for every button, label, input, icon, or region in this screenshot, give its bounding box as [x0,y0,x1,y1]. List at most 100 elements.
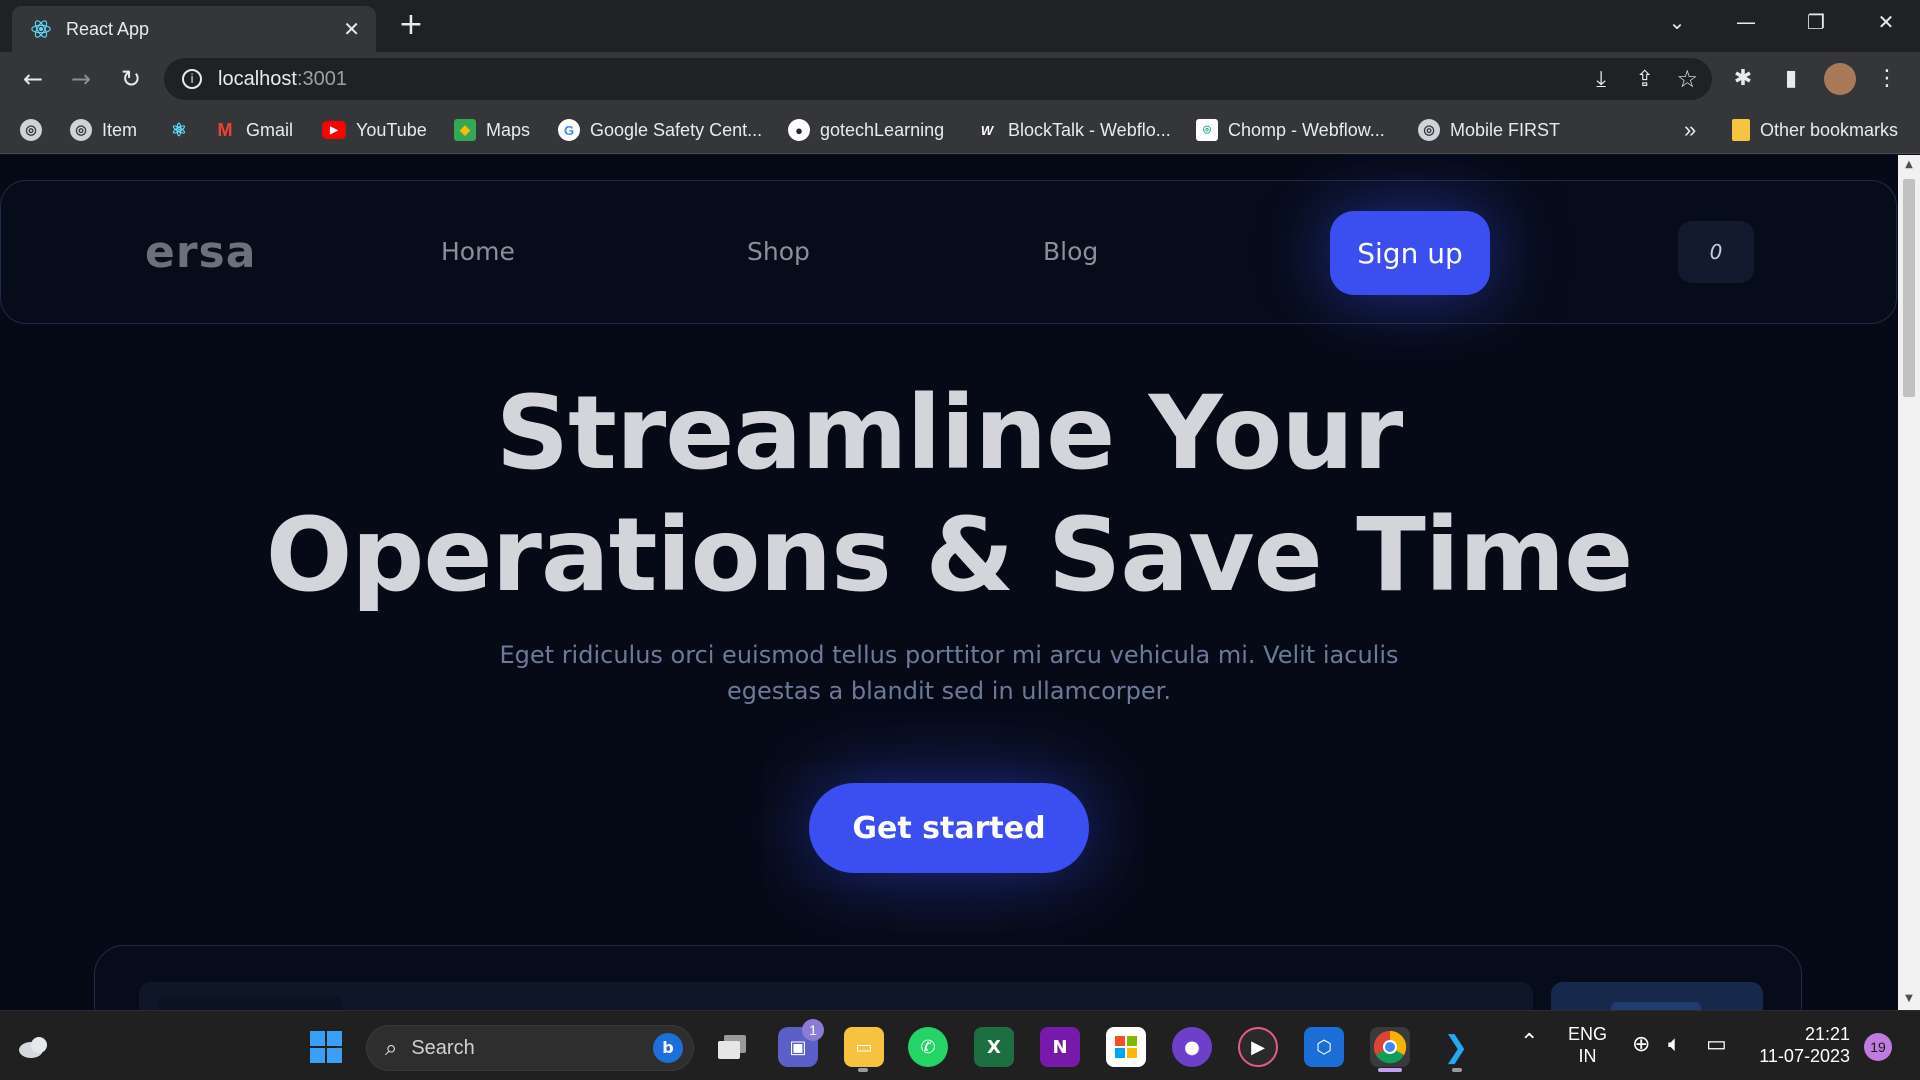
onenote-icon[interactable]: N [1040,1027,1080,1067]
notification-badge[interactable]: 19 [1864,1033,1892,1061]
side-panel-icon[interactable]: ▮ [1776,64,1806,94]
github-desktop-icon[interactable]: ● [1172,1027,1212,1067]
address-bar[interactable]: i localhost:3001 ⤓ ⇪ ☆ [164,58,1712,100]
share-icon[interactable]: ⇪ [1636,67,1654,92]
clock[interactable]: 21:21 11-07-2023 [1752,1023,1850,1067]
new-tab-button[interactable]: + [394,8,428,42]
preview-tab [159,996,343,1010]
browser-toolbar: ← → ↻ i localhost:3001 ⤓ ⇪ ☆ ✱ ▮ ⋮ [0,52,1920,106]
react-icon [30,18,52,40]
close-tab-icon[interactable]: ✕ [343,17,360,41]
chomp-icon: ⌾ [1196,119,1218,141]
webflow-icon: W [980,122,994,138]
hero-title-line-2: Operations & Save Time [265,496,1634,615]
explorer-running-indicator [858,1068,868,1072]
brand-logo[interactable]: ersa [145,227,256,278]
start-icon[interactable] [306,1027,346,1067]
task-view-icon[interactable] [712,1027,752,1067]
page-scrollbar[interactable]: ▲ ▼ [1898,155,1920,1010]
media-player-icon[interactable]: ▶ [1238,1027,1278,1067]
bookmarks-bar: ◎ ◎ Item ⚛ M Gmail ▶ YouTube ◆ Maps G Google … [0,106,1920,154]
bookmark-item[interactable]: G Google Safety Cent... [558,116,762,144]
close-window-icon[interactable]: ✕ [1866,6,1906,38]
battery-icon[interactable]: ▭ [1706,1031,1727,1057]
url-text: localhost:3001 [218,67,347,90]
forward-icon[interactable]: → [64,62,98,96]
globe-icon: ◎ [70,119,92,141]
taskbar-search[interactable]: ⌕ Search b [366,1025,694,1071]
search-icon: ⌕ [385,1035,398,1061]
volume-icon[interactable]: 🔈︎ [1668,1031,1681,1057]
google-icon: G [558,119,580,141]
browser-tab[interactable]: React App ✕ [12,6,376,52]
microsoft-store-icon[interactable] [1106,1027,1146,1067]
language-indicator[interactable]: ENG IN [1568,1023,1607,1067]
react-icon: ⚛ [170,119,188,140]
browser-tabstrip: React App ✕ + ⌄ — ❐ ✕ [0,0,1920,52]
nav-link-shop[interactable]: Shop [747,237,810,266]
excel-icon[interactable]: X [974,1027,1014,1067]
network-icon[interactable]: ⊕ [1632,1031,1650,1057]
scroll-thumb[interactable] [1903,179,1915,397]
bookmark-item[interactable]: ◎ [20,116,52,144]
show-hidden-icons-icon[interactable]: ⌃ [1520,1029,1538,1055]
bookmark-item[interactable]: ⚛ [168,116,200,144]
bookmarks-overflow-button[interactable]: » [1684,116,1696,144]
hero-subtitle: Eget ridiculus orci euismod tellus portt… [499,641,1399,705]
vscode-icon[interactable]: ❯ [1436,1027,1476,1067]
hero-title: Streamline Your Operations & Save Time [200,373,1698,617]
scroll-down-icon[interactable]: ▼ [1903,993,1915,1005]
info-icon[interactable]: i [182,69,202,89]
chrome-active-indicator [1378,1068,1402,1072]
bookmark-item[interactable]: ◎ Mobile FIRST [1418,116,1560,144]
signup-button[interactable]: Sign up [1330,211,1490,295]
bookmark-item[interactable]: ◎ Item [70,116,137,144]
cart-count-button[interactable]: 0 [1678,221,1754,283]
bookmark-star-icon[interactable]: ☆ [1676,65,1698,93]
bookmark-item[interactable]: ▶ YouTube [322,116,427,144]
nav-link-blog[interactable]: Blog [1043,237,1098,266]
preview-chip [1611,1002,1701,1010]
app-icon-hexagon[interactable]: ⬡ [1304,1027,1344,1067]
bookmark-item[interactable]: ◆ Maps [454,116,530,144]
other-bookmarks[interactable]: Other bookmarks [1732,116,1898,144]
github-icon: ● [788,119,810,141]
web-page: ersa Home Shop Blog Sign up 0 Streamline… [0,155,1898,1010]
chat-badge: 1 [802,1019,824,1041]
maps-icon: ◆ [454,119,476,141]
nav-link-home[interactable]: Home [441,237,515,266]
bing-icon[interactable]: b [653,1033,683,1063]
install-icon[interactable]: ⤓ [1596,67,1606,92]
scroll-up-icon[interactable]: ▲ [1903,159,1915,171]
profile-avatar[interactable] [1824,63,1856,95]
file-explorer-icon[interactable]: ▭ [844,1027,884,1067]
preview-panel [139,982,1533,1010]
windows-taskbar: ⌕ Search b ▣ 1 ▭ ✆ X N ● ▶ ⬡ ❯ ⌃ ENG IN … [0,1010,1920,1080]
reload-icon[interactable]: ↻ [114,62,148,96]
extensions-icon[interactable]: ✱ [1728,64,1758,94]
preview-side-panel [1551,982,1763,1010]
minimize-icon[interactable]: — [1726,6,1766,38]
globe-icon: ◎ [1418,119,1440,141]
bookmark-item[interactable]: M Gmail [214,116,294,144]
vscode-running-indicator [1452,1068,1462,1072]
site-navbar: ersa Home Shop Blog Sign up 0 [0,180,1897,324]
folder-icon [1732,119,1750,141]
menu-icon[interactable]: ⋮ [1872,64,1902,94]
hero-title-line-1: Streamline Your [495,374,1404,493]
globe-icon: ◎ [20,119,42,141]
dashboard-preview [94,945,1802,1010]
bookmark-item[interactable]: ● gotechLearning [788,116,944,144]
weather-icon[interactable] [14,1027,54,1067]
tab-search-icon[interactable]: ⌄ [1657,6,1697,38]
chrome-icon[interactable] [1370,1027,1410,1067]
restore-icon[interactable]: ❐ [1796,6,1836,38]
gmail-icon: M [217,119,233,140]
bookmark-item[interactable]: W BlockTalk - Webflo... [976,116,1171,144]
get-started-button[interactable]: Get started [809,783,1089,873]
whatsapp-icon[interactable]: ✆ [908,1027,948,1067]
youtube-icon: ▶ [322,121,346,139]
search-label: Search [411,1036,475,1059]
bookmark-item[interactable]: ⌾ Chomp - Webflow... [1196,116,1385,144]
back-icon[interactable]: ← [16,62,50,96]
